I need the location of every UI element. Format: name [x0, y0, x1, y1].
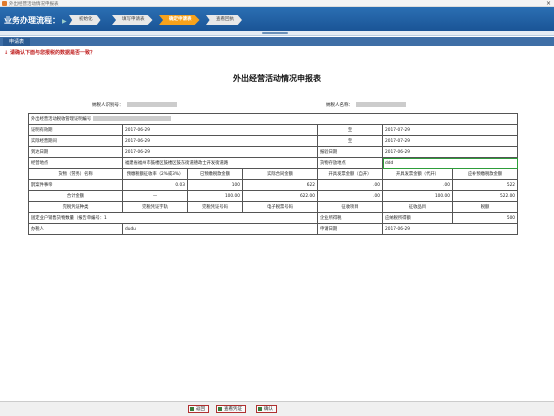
table-row: 鹊案件事帝 0.03 100 622 .00 .00 522	[28, 179, 519, 191]
collapse-bar[interactable]	[0, 31, 554, 36]
back-icon	[190, 406, 194, 411]
table-row: 外出经营活动税收管理证明编号	[27, 113, 519, 125]
window-titlebar: 外出经营活动情况申报表 ×	[0, 0, 554, 7]
storage-field[interactable]: ddd	[381, 157, 519, 169]
table-row: 办税人 dudu 申请日期 2017-06-29	[28, 223, 519, 235]
taxpayer-name-value	[356, 102, 406, 107]
table-row: 实际经营期间 2017-06-29 至 2017-07-29	[28, 135, 519, 147]
table-row: 完税凭证种类 完税凭证字轨 完税凭证号码 电子税票号码 征收项目 征收品目 税额	[28, 201, 519, 213]
taxpayer-name: 纳税人名称：	[326, 102, 406, 108]
footer-toolbar: 返回 查看凭证 确认	[0, 401, 554, 416]
confirm-button[interactable]: 确认	[256, 405, 277, 413]
declaration-table: 外出经营活动税收管理证明编号 证明有效期 2017-06-29 至 2017-0…	[27, 113, 519, 235]
collapse-handle[interactable]	[262, 32, 288, 34]
table-row: 固定业户销售货物数量（报告单编号：1 企业所得税 应纳税所得额 500	[28, 212, 519, 224]
close-icon[interactable]: ×	[546, 0, 551, 7]
back-button[interactable]: 返回	[188, 405, 209, 413]
view-voucher-button[interactable]: 查看凭证	[216, 405, 246, 413]
form-title: 外出经营活动情况申报表	[233, 74, 321, 83]
app-icon	[2, 1, 7, 6]
confirm-icon	[258, 406, 262, 411]
process-bar: 业务办理流程： ▶ 初始化 填写申请表 确定申请表 查看回执	[0, 7, 554, 31]
table-row: 经营地点 福建省福州市鼓楼区鼓楼区鼓东街道德政士开发街道路 货物存放地点 ddd	[28, 157, 519, 169]
table-row: 货物（劳务）名称 预缴税额征收率（2%或3%） 已预缴税款金额 实际合同金额 开…	[28, 168, 519, 180]
process-title: 业务办理流程： ▶	[4, 16, 67, 25]
table-row: 证明有效期 2017-06-29 至 2017-07-29	[28, 124, 519, 136]
tab-strip: 申请表	[0, 37, 554, 46]
step-receipt: 查看回执	[206, 15, 242, 25]
taxpayer-id: 纳税人识别号：	[92, 102, 177, 108]
table-row: 到达日期 2017-06-29 报验日期 2017-06-29	[28, 146, 519, 158]
step-confirm: 确定申请表	[159, 15, 200, 25]
step-fill: 填写申请表	[112, 15, 153, 25]
taxpayer-id-value	[126, 102, 177, 107]
cert-number	[92, 116, 171, 121]
confirm-prompt: ↓ 请确认下面与您报税的数据是否一致？	[4, 50, 95, 56]
table-row: 合计金额 — 100.00 622.00 .00 100.00 522.00	[28, 190, 519, 202]
voucher-icon	[218, 406, 222, 411]
step-init: 初始化	[69, 15, 101, 25]
tab-application[interactable]: 申请表	[3, 38, 31, 46]
